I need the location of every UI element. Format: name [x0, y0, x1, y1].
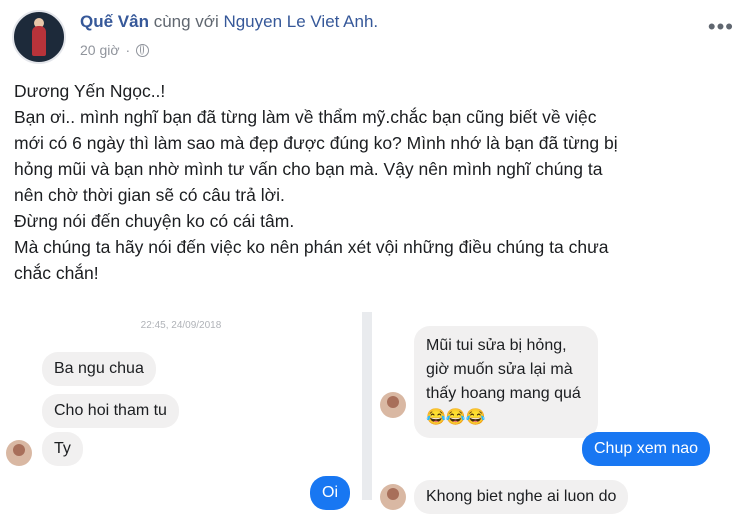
dot-separator: · [125, 42, 131, 58]
chat-bubble-outgoing: Oi [310, 476, 350, 510]
panel-divider [362, 312, 372, 500]
more-options-icon[interactable]: ••• [708, 14, 734, 40]
chat-bubble-incoming: Ty [42, 432, 83, 466]
post-line: Dương Yến Ngọc..! [14, 81, 166, 101]
contact-avatar [380, 484, 406, 510]
header-line: Quế Vân cùng với Nguyen Le Viet Anh. [80, 12, 378, 32]
post-line: Mà chúng ta hãy nói đến việc ko nên phán… [14, 237, 609, 257]
chat-bubble-incoming: Ba ngu chua [42, 352, 156, 386]
post-time-link[interactable]: 20 giờ [80, 42, 120, 58]
post-line: chắc chắn! [14, 263, 99, 283]
avatar-figure [32, 26, 46, 56]
tagged-user-link[interactable]: Nguyen Le Viet Anh. [223, 12, 378, 31]
globe-icon [136, 43, 150, 57]
chat-bubble-incoming: Khong biet nghe ai luon do [414, 480, 629, 514]
contact-avatar [380, 392, 406, 418]
with-text: cùng với [153, 12, 219, 31]
chat-timestamp: 22:45, 24/09/2018 [140, 320, 222, 331]
post-line: hỏng mũi và bạn nhờ mình tư vấn cho bạn … [14, 159, 603, 179]
contact-avatar [6, 440, 32, 466]
chat-bubble-incoming: Cho hoi tham tu [42, 394, 179, 428]
post-meta: 20 giờ · [80, 42, 150, 58]
post-line: Đừng nói đến chuyện ko có cái tâm. [14, 211, 295, 231]
post-line: nên chờ thời gian sẽ có câu trả lời. [14, 185, 285, 205]
chat-bubble-incoming: Mũi tui sửa bị hỏng, giờ muốn sửa lại mà… [414, 326, 598, 438]
chat-bubble-outgoing: Chup xem nao [582, 432, 711, 466]
post-line: mới có 6 ngày thì làm sao mà đẹp được đú… [14, 133, 618, 153]
author-name-link[interactable]: Quế Vân [80, 12, 149, 31]
post-line: Bạn ơi.. mình nghĩ bạn đã từng làm về th… [14, 107, 597, 127]
post-text: Dương Yến Ngọc..! Bạn ơi.. mình nghĩ bạn… [14, 78, 734, 286]
chat-screenshot-right: Mũi tui sửa bị hỏng, giờ muốn sửa lại mà… [372, 312, 750, 514]
post-header: Quế Vân cùng với Nguyen Le Viet Anh. 20 … [0, 0, 750, 70]
chat-screenshot-left: 22:45, 24/09/2018 Ba ngu chua Cho hoi th… [0, 312, 362, 510]
post-image[interactable]: 22:45, 24/09/2018 Ba ngu chua Cho hoi th… [0, 312, 750, 514]
author-avatar[interactable] [12, 10, 66, 64]
